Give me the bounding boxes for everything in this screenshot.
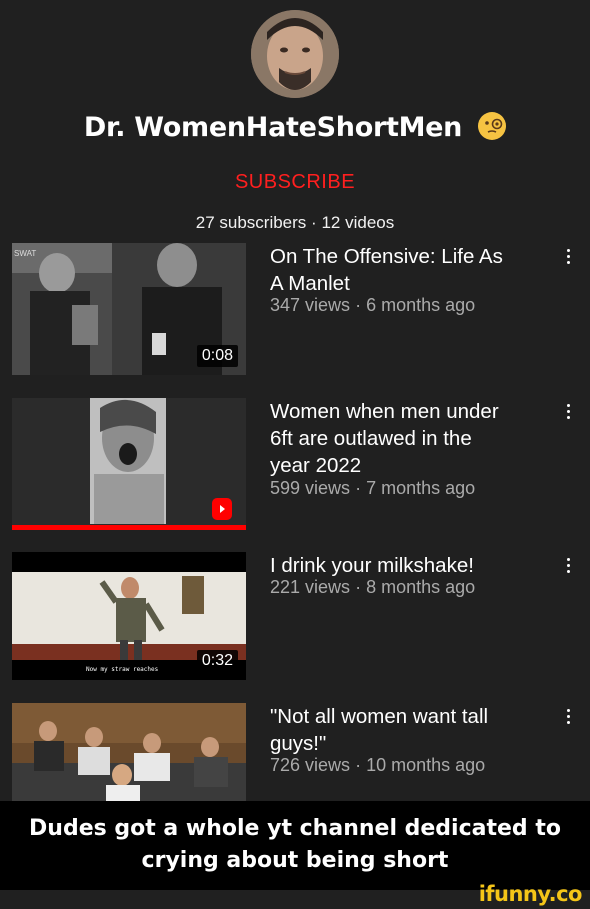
video-age: 7 months ago	[366, 478, 476, 498]
video-item[interactable]: SWAT 0:08 On The Offensive: Life As A Ma…	[0, 243, 590, 378]
video-title-line: guys!"	[270, 732, 327, 755]
video-age: 10 months ago	[366, 755, 486, 775]
meta-separator: ·	[355, 478, 362, 498]
video-title-line: A Manlet	[270, 272, 350, 295]
video-item[interactable]: "Not all women want tall guys!" 726 view…	[0, 703, 590, 801]
channel-avatar[interactable]	[251, 10, 339, 98]
watch-progress-bar	[12, 525, 246, 530]
video-title-line: I drink your milkshake!	[270, 554, 474, 577]
meta-separator: ·	[355, 755, 362, 775]
video-views: 599 views	[270, 478, 351, 498]
meta-separator: ·	[355, 577, 362, 597]
video-duration: 0:32	[196, 650, 238, 672]
thumbnail-overlay-text: SWAT	[14, 249, 37, 258]
more-options-icon[interactable]	[561, 706, 575, 728]
subscribe-button[interactable]: SUBSCRIBE	[0, 171, 590, 194]
video-title-line: Women when men under	[270, 400, 499, 423]
video-thumbnail[interactable]: SWAT 0:08	[12, 243, 246, 375]
thumbnail-caption: Now my straw reaches	[86, 666, 159, 673]
video-duration: 0:08	[196, 345, 238, 367]
video-title[interactable]: "Not all women want tall guys!"	[270, 703, 542, 757]
video-views: 347 views	[270, 295, 351, 315]
channel-name-text: Dr. WomenHateShortMen	[83, 112, 463, 143]
video-thumbnail[interactable]	[12, 703, 246, 801]
more-options-icon[interactable]	[561, 401, 575, 423]
video-meta: 347 views · 6 months ago	[270, 295, 475, 316]
subscriber-count: 27 subscribers	[195, 213, 307, 232]
video-title-line: year 2022	[270, 454, 362, 477]
channel-stats: 27 subscribers · 12 videos	[0, 213, 590, 233]
video-title[interactable]: On The Offensive: Life As A Manlet	[270, 243, 542, 297]
video-title-line: "Not all women want tall	[270, 705, 489, 728]
avatar-face-icon	[251, 10, 339, 98]
video-meta: 221 views · 8 months ago	[270, 577, 475, 598]
stats-separator: ·	[311, 213, 317, 232]
meme-caption: Dudes got a whole yt channel dedicated t…	[0, 813, 590, 877]
video-views: 726 views	[270, 755, 351, 775]
video-count: 12 videos	[321, 213, 395, 232]
video-meta: 726 views · 10 months ago	[270, 755, 485, 776]
meta-separator: ·	[355, 295, 362, 315]
more-options-icon[interactable]	[561, 555, 575, 577]
video-thumbnail[interactable]	[12, 398, 246, 530]
video-title-line: 6ft are outlawed in the	[270, 427, 472, 450]
video-thumbnail[interactable]: Now my straw reaches 0:32	[12, 552, 246, 680]
more-options-icon[interactable]	[561, 246, 575, 268]
thumbnail-image	[12, 398, 246, 530]
ifunny-watermark: ifunny.co	[478, 882, 583, 906]
video-views: 221 views	[270, 577, 351, 597]
channel-name: Dr. WomenHateShortMen	[0, 112, 590, 143]
video-item[interactable]: Women when men under 6ft are outlawed in…	[0, 398, 590, 532]
video-item[interactable]: Now my straw reaches 0:32 I drink your m…	[0, 552, 590, 682]
caption-line: crying about being short	[141, 848, 449, 873]
video-age: 8 months ago	[366, 577, 476, 597]
thumbnail-image	[12, 703, 246, 801]
video-title[interactable]: I drink your milkshake!	[270, 552, 542, 579]
video-title[interactable]: Women when men under 6ft are outlawed in…	[270, 398, 542, 479]
video-title-line: On The Offensive: Life As	[270, 245, 503, 268]
video-age: 6 months ago	[366, 295, 476, 315]
video-meta: 599 views · 7 months ago	[270, 478, 475, 499]
shorts-icon	[212, 498, 232, 520]
face-with-monocle-icon	[478, 112, 507, 140]
caption-line: Dudes got a whole yt channel dedicated t…	[29, 816, 561, 841]
